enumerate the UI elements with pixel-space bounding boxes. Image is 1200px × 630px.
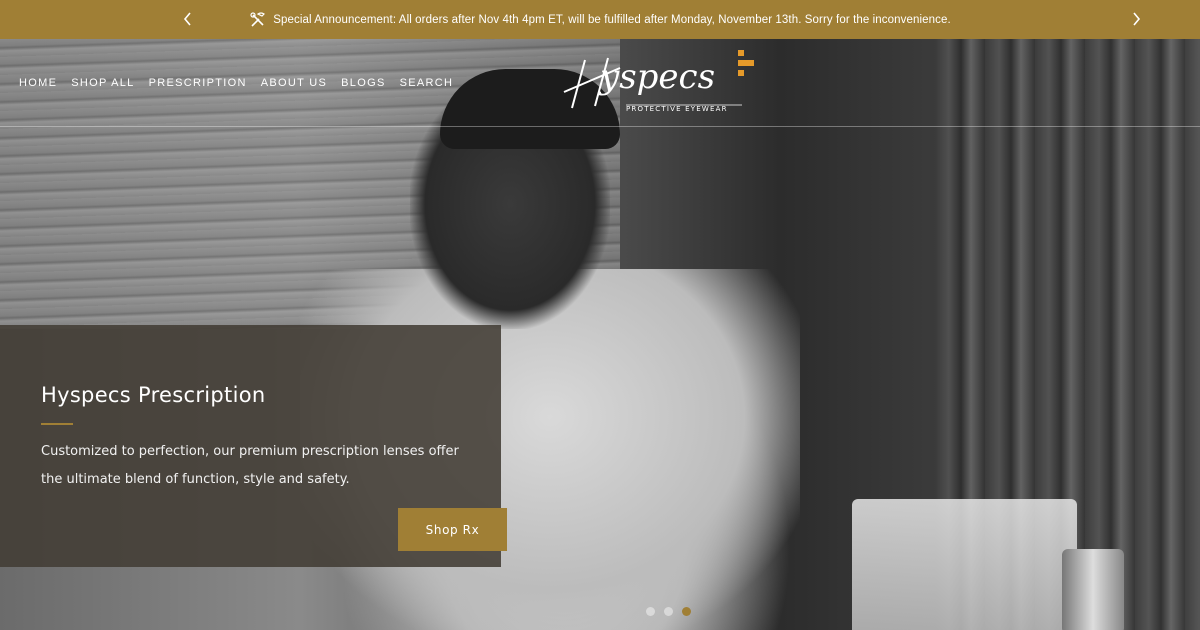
slide-dot-3[interactable] [682,607,691,616]
logo-tagline: PROTECTIVE EYEWEAR [626,105,728,113]
announcement-text: Special Announcement: All orders after N… [273,13,951,26]
background-bucket [852,499,1077,630]
chevron-right-icon [1133,12,1141,26]
title-accent-rule [41,423,73,425]
main-nav: HOME SHOP ALL PRESCRIPTION ABOUT US BLOG… [19,77,453,89]
brand-logo[interactable]: yspecs PROTECTIVE EYEWEAR [560,48,765,114]
shop-rx-button[interactable]: Shop Rx [398,508,507,551]
nav-item-search[interactable]: SEARCH [400,77,454,89]
nav-item-home[interactable]: HOME [19,77,57,89]
slide-dot-1[interactable] [646,607,655,616]
nav-item-blogs[interactable]: BLOGS [341,77,385,89]
logo-wordmark: yspecs [598,57,715,97]
hero-description: Customized to perfection, our premium pr… [41,444,459,487]
announcement-bar: Special Announcement: All orders after N… [0,0,1200,39]
hyspecs-logo-icon: yspecs PROTECTIVE EYEWEAR [563,50,754,113]
nav-item-about-us[interactable]: ABOUT US [261,77,327,89]
slide-dot-2[interactable] [664,607,673,616]
nav-item-shop-all[interactable]: SHOP ALL [71,77,134,89]
slider-pagination [646,607,691,616]
announcement-next-button[interactable] [1126,9,1146,29]
header-divider [0,126,1200,127]
hero-content-panel: Hyspecs Prescription Customized to perfe… [0,325,507,567]
chevron-left-icon [183,12,191,26]
nav-item-prescription[interactable]: PRESCRIPTION [149,77,247,89]
hero-title: Hyspecs Prescription [41,383,266,407]
announcement-message: Special Announcement: All orders after N… [249,11,951,29]
background-oil-can [1062,549,1124,630]
announcement-prev-button[interactable] [178,9,198,29]
tools-icon [250,11,266,27]
